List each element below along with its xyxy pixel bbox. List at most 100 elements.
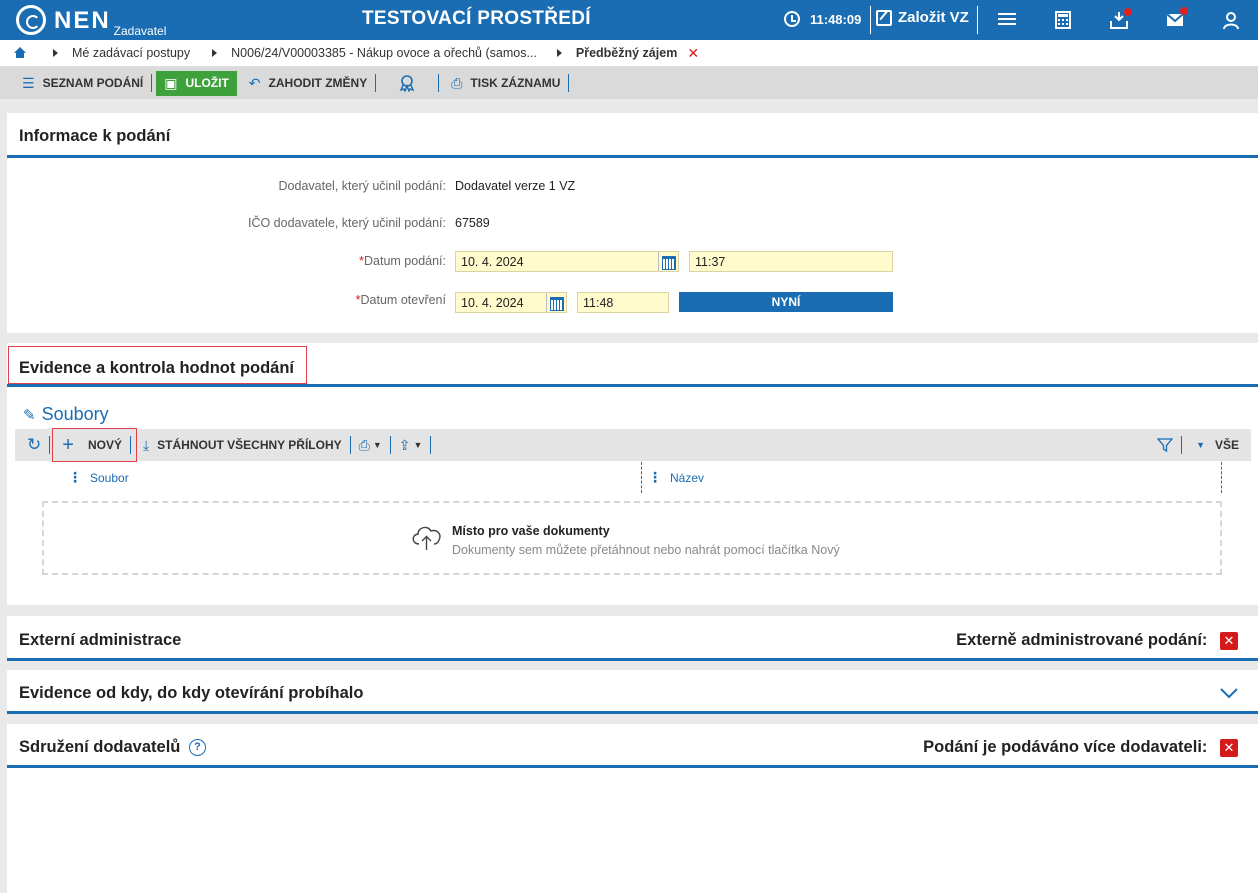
now-button[interactable]: NYNÍ [679, 292, 893, 312]
list-icon: ☰ [22, 74, 35, 91]
submit-date-label: *Datum podání: [359, 254, 446, 268]
edit-icon [876, 9, 892, 26]
cloud-upload-icon [412, 526, 441, 550]
clock-icon [784, 11, 800, 27]
supplier-value: Dodavatel verze 1 VZ [455, 179, 576, 193]
divider [438, 74, 440, 92]
section-title: Sdružení dodavatelů [19, 738, 181, 756]
multi-supplier-toggle[interactable]: Podání je podáváno více dodavateli: ✕ [923, 724, 1238, 771]
notification-dot [1180, 7, 1188, 15]
section-header: Externí administrace Externě administrov… [7, 616, 1258, 661]
divider [870, 6, 871, 34]
logo-text: NEN [54, 7, 111, 34]
submit-date-input[interactable]: 10. 4. 2024 [455, 251, 679, 272]
close-icon[interactable]: ✕ [687, 45, 699, 62]
divider [430, 436, 432, 454]
section-title: Evidence od kdy, do kdy otevírání probíh… [19, 684, 364, 702]
new-tender-button[interactable]: Založit VZ [876, 9, 969, 26]
caret-down-icon: ▼ [1196, 440, 1205, 450]
undo-icon: ↶ [248, 74, 261, 91]
chevron-right-icon [556, 49, 562, 57]
section-header: Sdružení dodavatelů ? Podání je podáváno… [7, 724, 1258, 768]
filter-all-dropdown[interactable]: ▼ VŠE [1182, 433, 1251, 458]
export-icon: ⇪ [398, 436, 411, 453]
highlight-frame [52, 428, 137, 462]
section-header: Evidence od kdy, do kdy otevírání probíh… [7, 670, 1258, 714]
column-file-label: Soubor [90, 470, 129, 485]
divider [151, 74, 153, 92]
files-toolbar: ↻ + NOVÝ ⤓ STÁHNOUT VŠECHNY PŘÍLOHY ⎙ ▼ … [15, 429, 1251, 461]
print-dropdown[interactable]: ⎙ ▼ [351, 433, 390, 458]
top-bar: NEN Zadavatel TESTOVACÍ PROSTŘEDÍ 11:48:… [0, 0, 1258, 40]
dropzone-subtitle: Dokumenty sem můžete přetáhnout nebo nah… [452, 543, 840, 557]
download-all-label: STÁHNOUT VŠECHNY PŘÍLOHY [157, 438, 342, 452]
caret-down-icon: ▼ [413, 440, 423, 450]
breadcrumb-item[interactable]: N006/24/V00003385 - Nákup ovoce a ořechů… [231, 46, 537, 60]
export-dropdown[interactable]: ⇪ ▼ [391, 433, 431, 458]
highlight-frame [8, 346, 307, 384]
chevron-right-icon [212, 49, 218, 57]
file-dropzone[interactable]: Místo pro vaše dokumenty Dokumenty sem m… [42, 501, 1222, 575]
association-panel: Sdružení dodavatelů ? Podání je podáváno… [7, 724, 1258, 893]
column-name-label: Název [670, 470, 705, 485]
calendar-icon[interactable] [546, 293, 566, 312]
submit-time-input[interactable]: 11:37 [689, 251, 893, 272]
refresh-icon[interactable]: ↻ [27, 435, 41, 455]
user-role: Zadavatel [113, 24, 167, 38]
submission-list-button[interactable]: ☰ SEZNAM PODÁNÍ [0, 71, 151, 96]
environment-title: TESTOVACÍ PROSTŘEDÍ [362, 8, 591, 29]
session-clock: 11:48:09 [784, 11, 861, 27]
help-icon[interactable]: ? [188, 739, 206, 757]
filter-icon[interactable] [1157, 437, 1174, 453]
open-date-input[interactable]: 10. 4. 2024 [455, 292, 567, 313]
discard-changes-button[interactable]: ↶ ZAHODIT ZMĚNY [241, 71, 375, 96]
supplier-label: Dodavatel, který učinil podání: [278, 179, 446, 193]
dropzone-title: Místo pro vaše dokumenty [452, 524, 610, 538]
breadcrumb-current: Předběžný zájem [575, 46, 678, 60]
chevron-right-icon [53, 49, 58, 57]
ico-value: 67589 [455, 216, 490, 230]
printer-icon: ⎙ [358, 436, 370, 453]
caret-down-icon: ▼ [372, 440, 382, 450]
section-title: Externí administrace [19, 631, 182, 649]
submission-list-label: SEZNAM PODÁNÍ [42, 76, 144, 90]
calendar-icon[interactable] [658, 252, 678, 271]
action-toolbar: ☰ SEZNAM PODÁNÍ ▣ ULOŽIT ↶ ZAHODIT ZMĚNY… [0, 67, 1258, 99]
column-menu-icon[interactable]: ⋮ [68, 469, 82, 486]
column-menu-icon[interactable]: ⋮ [648, 469, 662, 486]
opening-panel: Evidence od kdy, do kdy otevírání probíh… [7, 670, 1258, 714]
save-button[interactable]: ▣ ULOŽIT [156, 70, 237, 96]
printer-icon: ⎙ [451, 74, 463, 91]
download-icon: ⤓ [142, 436, 150, 453]
unchecked-x-icon[interactable]: ✕ [1220, 631, 1238, 650]
nen-logo[interactable]: NEN Zadavatel [16, 5, 167, 38]
user-icon[interactable] [1221, 10, 1241, 30]
files-title: ✎ Soubory [15, 404, 109, 425]
print-label: TISK ZÁZNAMU [470, 76, 561, 90]
breadcrumb-item[interactable]: Mé zadávací postupy [72, 46, 190, 60]
chevron-down-icon[interactable] [1220, 687, 1238, 699]
menu-icon[interactable] [997, 10, 1017, 30]
logo-icon [16, 5, 46, 35]
session-time: 11:48:09 [810, 11, 862, 27]
print-record-button[interactable]: ⎙ TISK ZÁZNAMU [443, 71, 568, 96]
award-icon [399, 75, 415, 92]
floppy-icon: ▣ [164, 74, 178, 91]
certificate-button[interactable] [376, 71, 438, 96]
breadcrumb: Mé zadávací postupy N006/24/V00003385 - … [0, 40, 1258, 67]
column-header-file[interactable]: ⋮ Soubor [68, 462, 642, 493]
ico-label: IČO dodavatele, který učinil podání: [247, 216, 446, 230]
column-header-name[interactable]: ⋮ Název [648, 462, 1222, 493]
download-all-button[interactable]: ⤓ STÁHNOUT VŠECHNY PŘÍLOHY [131, 433, 350, 458]
files-title-text: Soubory [41, 404, 109, 424]
divider [568, 74, 570, 92]
filter-all-label: VŠE [1214, 438, 1239, 452]
home-icon[interactable] [13, 47, 27, 59]
open-date-label: *Datum otevření [355, 293, 446, 307]
external-admin-toggle[interactable]: Externě administrované podání: ✕ [956, 616, 1238, 664]
notification-dot [1124, 8, 1132, 16]
open-time-input[interactable]: 11:48 [577, 292, 669, 313]
unchecked-x-icon[interactable]: ✕ [1220, 738, 1238, 757]
section-title: Informace k podání [7, 113, 1258, 158]
calculator-icon[interactable] [1053, 10, 1073, 30]
